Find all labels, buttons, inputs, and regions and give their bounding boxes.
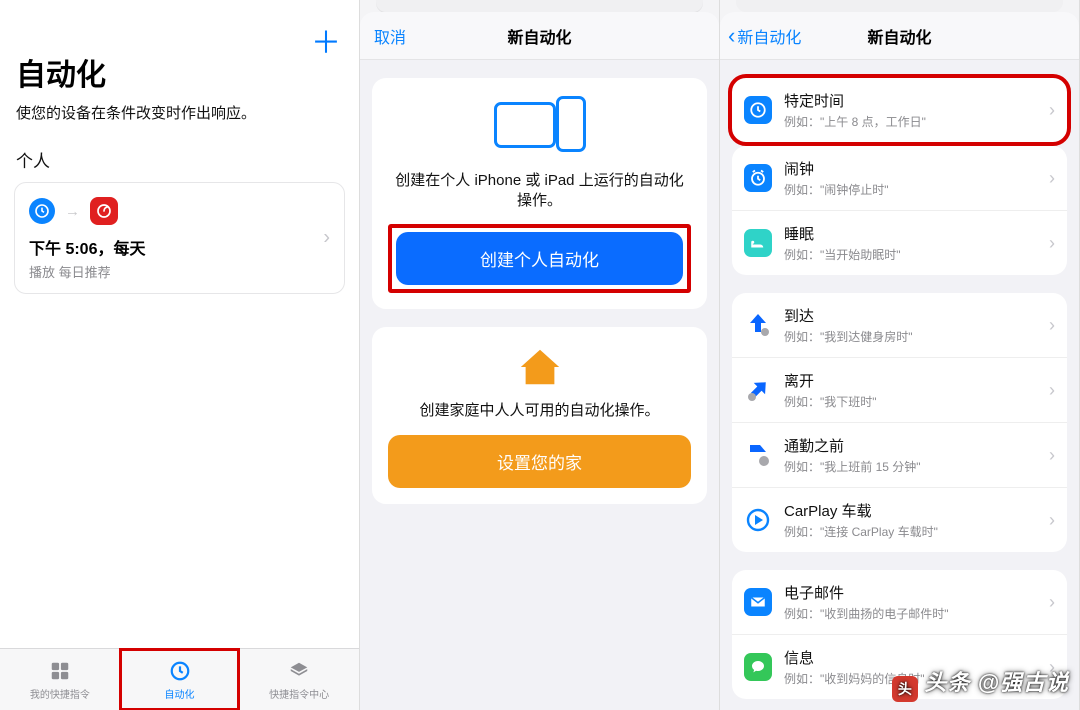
trigger-group-location: 到达 例如："我到达健身房时" › 离开 例如："我下班时" › bbox=[732, 293, 1067, 552]
trigger-group-time: 闹钟 例如："闹钟停止时" › 睡眠 例如："当开始助眠时" › bbox=[732, 146, 1067, 275]
devices-icon bbox=[494, 96, 586, 156]
page-title: 自动化 bbox=[16, 50, 359, 94]
trigger-time-of-day[interactable]: 特定时间 例如："上午 8 点，工作日" › bbox=[732, 78, 1067, 142]
home-icon bbox=[516, 345, 564, 389]
clock-icon bbox=[168, 659, 192, 683]
trigger-sleep[interactable]: 睡眠 例如："当开始助眠时" › bbox=[732, 210, 1067, 275]
tab-label: 快捷指令中心 bbox=[269, 686, 329, 701]
row-title: CarPlay 车载 bbox=[784, 500, 1037, 521]
row-title: 离开 bbox=[784, 370, 1037, 391]
trigger-group-comm: 电子邮件 例如："收到曲扬的电子邮件时" › 信息 例如："收到妈妈的信息时" … bbox=[732, 570, 1067, 699]
trigger-arrive[interactable]: 到达 例如："我到达健身房时" › bbox=[732, 293, 1067, 357]
cancel-button[interactable]: 取消 bbox=[374, 24, 406, 48]
nav-bar: ‹ 新自动化 新自动化 bbox=[720, 12, 1079, 60]
carplay-icon bbox=[744, 506, 772, 534]
row-subtitle: 例如："连接 CarPlay 车载时" bbox=[784, 523, 1037, 540]
arrow-right-icon: → bbox=[65, 203, 80, 220]
section-personal-label: 个人 bbox=[16, 147, 359, 172]
layers-icon bbox=[287, 659, 311, 683]
back-label: 新自动化 bbox=[737, 24, 801, 48]
trigger-group-time-highlight: 特定时间 例如："上午 8 点，工作日" › bbox=[732, 78, 1067, 142]
nav-title: 新自动化 bbox=[507, 24, 571, 48]
trigger-commute[interactable]: 通勤之前 例如："我上班前 15 分钟" › bbox=[732, 422, 1067, 487]
row-subtitle: 例如："当开始助眠时" bbox=[784, 246, 1037, 263]
chevron-right-icon: › bbox=[1049, 445, 1055, 466]
chevron-right-icon: › bbox=[1049, 510, 1055, 531]
row-title: 信息 bbox=[784, 647, 1037, 668]
trigger-message[interactable]: 信息 例如："收到妈妈的信息时" › bbox=[732, 634, 1067, 699]
setup-home-button[interactable]: 设置您的家 bbox=[388, 435, 691, 488]
tab-label: 自动化 bbox=[165, 686, 195, 701]
back-button[interactable]: ‹ 新自动化 bbox=[728, 24, 801, 48]
page-subtitle: 使您的设备在条件改变时作出响应。 bbox=[16, 102, 343, 123]
trigger-alarm[interactable]: 闹钟 例如："闹钟停止时" › bbox=[732, 146, 1067, 210]
alarm-icon bbox=[744, 164, 772, 192]
commute-icon bbox=[744, 441, 772, 469]
bed-icon bbox=[744, 229, 772, 257]
nav-title: 新自动化 bbox=[867, 24, 931, 48]
personal-desc: 创建在个人 iPhone 或 iPad 上运行的自动化操作。 bbox=[388, 171, 691, 212]
nav-bar: 取消 新自动化 bbox=[360, 12, 719, 60]
chevron-right-icon: › bbox=[1049, 233, 1055, 254]
highlight-box: 创建个人自动化 bbox=[388, 224, 691, 293]
automation-card[interactable]: → 下午 5:06，每天 播放 每日推荐 › bbox=[14, 182, 345, 294]
tab-automation[interactable]: 自动化 bbox=[120, 649, 240, 710]
netease-music-icon bbox=[90, 197, 118, 225]
message-icon bbox=[744, 653, 772, 681]
pane-automation-list: ＋ 自动化 使您的设备在条件改变时作出响应。 个人 → 下午 5:06，每天 播… bbox=[0, 0, 360, 710]
create-personal-automation-button[interactable]: 创建个人自动化 bbox=[396, 232, 683, 285]
tab-gallery[interactable]: 快捷指令中心 bbox=[239, 649, 359, 710]
mail-icon bbox=[744, 588, 772, 616]
trigger-leave[interactable]: 离开 例如："我下班时" › bbox=[732, 357, 1067, 422]
trigger-email[interactable]: 电子邮件 例如："收到曲扬的电子邮件时" › bbox=[732, 570, 1067, 634]
chevron-right-icon: › bbox=[1049, 592, 1055, 613]
leave-icon bbox=[744, 376, 772, 404]
add-automation-button[interactable]: ＋ bbox=[311, 18, 341, 62]
clock-icon bbox=[744, 96, 772, 124]
chevron-right-icon: › bbox=[323, 227, 330, 250]
trigger-carplay[interactable]: CarPlay 车载 例如："连接 CarPlay 车载时" › bbox=[732, 487, 1067, 552]
grid-icon bbox=[48, 659, 72, 683]
chevron-right-icon: › bbox=[1049, 315, 1055, 336]
row-subtitle: 例如："我到达健身房时" bbox=[784, 328, 1037, 345]
chevron-right-icon: › bbox=[1049, 168, 1055, 189]
automation-card-title: 下午 5:06，每天 bbox=[29, 235, 330, 259]
clock-icon bbox=[29, 198, 55, 224]
row-title: 特定时间 bbox=[784, 90, 1037, 111]
row-title: 通勤之前 bbox=[784, 435, 1037, 456]
automation-card-subtitle: 播放 每日推荐 bbox=[29, 262, 330, 281]
tab-bar: 我的快捷指令 自动化 快捷指令中心 bbox=[0, 648, 359, 710]
home-automation-card: 创建家庭中人人可用的自动化操作。 设置您的家 bbox=[372, 327, 707, 504]
home-desc: 创建家庭中人人可用的自动化操作。 bbox=[388, 401, 691, 421]
pane-trigger-picker: ‹ 新自动化 新自动化 特定时间 例如："上午 8 点，工作日" › bbox=[720, 0, 1080, 710]
arrive-icon bbox=[744, 311, 772, 339]
row-subtitle: 例如："收到曲扬的电子邮件时" bbox=[784, 605, 1037, 622]
row-title: 闹钟 bbox=[784, 158, 1037, 179]
tab-label: 我的快捷指令 bbox=[30, 686, 90, 701]
row-title: 睡眠 bbox=[784, 223, 1037, 244]
chevron-right-icon: › bbox=[1049, 100, 1055, 121]
row-subtitle: 例如："收到妈妈的信息时" bbox=[784, 670, 1037, 687]
row-title: 到达 bbox=[784, 305, 1037, 326]
tab-my-shortcuts[interactable]: 我的快捷指令 bbox=[0, 649, 120, 710]
chevron-right-icon: › bbox=[1049, 380, 1055, 401]
personal-automation-card: 创建在个人 iPhone 或 iPad 上运行的自动化操作。 创建个人自动化 bbox=[372, 78, 707, 309]
row-subtitle: 例如："我下班时" bbox=[784, 393, 1037, 410]
row-subtitle: 例如："我上班前 15 分钟" bbox=[784, 458, 1037, 475]
row-subtitle: 例如："闹钟停止时" bbox=[784, 181, 1037, 198]
row-subtitle: 例如："上午 8 点，工作日" bbox=[784, 113, 1037, 130]
row-title: 电子邮件 bbox=[784, 582, 1037, 603]
chevron-right-icon: › bbox=[1049, 657, 1055, 678]
pane-new-automation-sheet: 取消 新自动化 创建在个人 iPhone 或 iPad 上运行的自动化操作。 创… bbox=[360, 0, 720, 710]
